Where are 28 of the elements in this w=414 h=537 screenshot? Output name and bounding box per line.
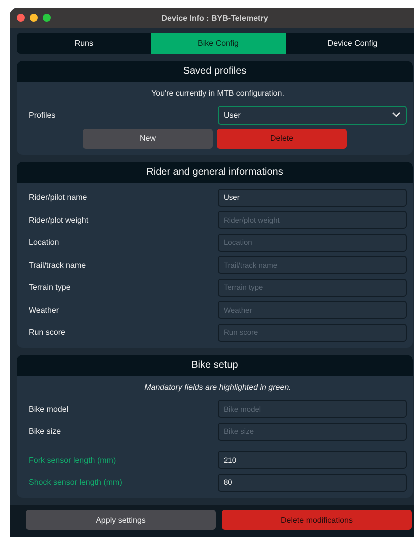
info-text: Mandatory fields are highlighted in green. [144, 382, 292, 394]
field-label: Bike model [29, 404, 70, 414]
tab[interactable]: Bike Config [151, 33, 286, 54]
section-header: Saved profiles [17, 61, 413, 82]
window-title: Device Info : BYB-Telemetry [162, 14, 268, 22]
field-label: Bike size [29, 427, 62, 436]
field-label: Rider/plot weight [29, 216, 90, 225]
section-header: Bike setup [17, 355, 413, 376]
info-text: You're currently in MTB configuration. [150, 88, 286, 100]
tab[interactable]: Device Config [286, 33, 414, 54]
field-label: Terrain type [29, 283, 72, 292]
field-label: Trail/track name [29, 260, 88, 270]
field-label: Run score [29, 328, 66, 338]
minimize-button[interactable] [30, 14, 38, 22]
field-label: Shock sensor length (mm) [29, 478, 124, 488]
footer-button[interactable]: Apply settings [26, 510, 216, 530]
field-label: Fork sensor length (mm) [29, 456, 118, 465]
field-label: Profiles [29, 110, 57, 120]
section-header: Rider and general informations [17, 162, 413, 182]
close-button[interactable] [17, 14, 25, 22]
profile-dropdown[interactable]: User [218, 106, 407, 125]
field-label: Rider/pilot name [29, 193, 88, 202]
profile-button[interactable]: New [83, 128, 213, 148]
tab[interactable]: Runs [17, 33, 152, 54]
field-label: Location [29, 238, 60, 248]
zoom-button[interactable] [43, 14, 51, 22]
chevron-down-icon [392, 112, 401, 118]
field-label: Weather [29, 306, 60, 315]
